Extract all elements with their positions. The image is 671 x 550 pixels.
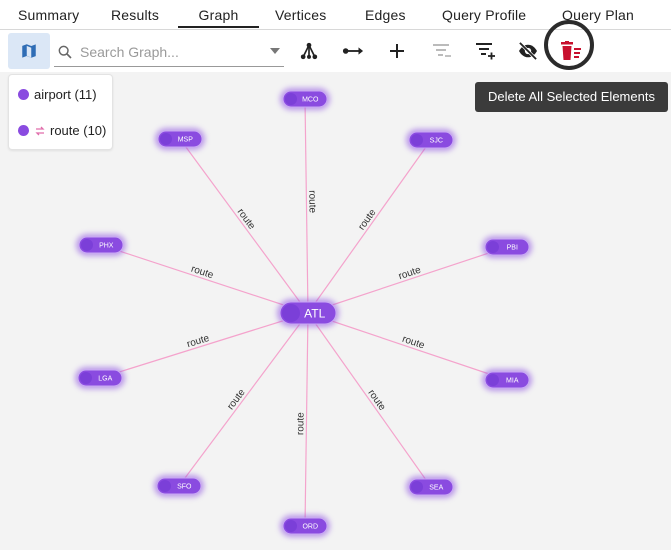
- graph-node[interactable]: ORD: [280, 515, 330, 537]
- node-handle: [487, 241, 499, 253]
- graph-node[interactable]: PHX: [76, 234, 126, 256]
- search-field[interactable]: [54, 38, 284, 67]
- graph-node[interactable]: SJC: [406, 129, 456, 151]
- filter-remove-icon: [433, 44, 451, 57]
- graph-layout-icon: [300, 42, 318, 60]
- graph-node[interactable]: SEA: [406, 476, 456, 498]
- node-handle: [285, 93, 297, 105]
- node-handle: [285, 520, 297, 532]
- map-button[interactable]: [8, 33, 50, 69]
- node-handle: [282, 304, 300, 322]
- node-handle: [411, 481, 423, 493]
- chevron-down-icon[interactable]: [270, 48, 280, 54]
- visibility-off-icon: [518, 42, 538, 60]
- graph-node[interactable]: MIA: [482, 369, 532, 391]
- node-label: MCO: [302, 97, 319, 104]
- graph-node[interactable]: MSP: [155, 128, 205, 150]
- add-button[interactable]: [384, 38, 410, 64]
- edge-arrow-icon: [342, 47, 364, 55]
- graph-layout-button[interactable]: [296, 38, 322, 64]
- tab-results[interactable]: Results: [111, 7, 159, 23]
- node-handle: [411, 134, 423, 146]
- node-label: MSP: [178, 137, 194, 144]
- graph-node[interactable]: MCO: [280, 88, 330, 110]
- node-handle: [159, 480, 171, 492]
- filter-add-button[interactable]: [472, 38, 498, 64]
- node-label: ORD: [302, 524, 318, 531]
- edge-button[interactable]: [340, 38, 366, 64]
- tab-graph[interactable]: Graph: [178, 7, 259, 28]
- highlight-ring: [544, 20, 594, 70]
- node-handle: [80, 372, 92, 384]
- node-label: SEA: [429, 485, 443, 492]
- tab-vertices[interactable]: Vertices: [275, 7, 326, 23]
- graph-node[interactable]: LGA: [75, 367, 125, 389]
- edge-label: route: [306, 190, 317, 213]
- filter-add-icon: [476, 43, 495, 60]
- graph-node[interactable]: SFO: [154, 475, 204, 497]
- node-label: PHX: [99, 243, 114, 250]
- tab-query-profile[interactable]: Query Profile: [442, 7, 526, 23]
- map-icon: [22, 44, 36, 58]
- hide-selected-button[interactable]: [515, 38, 541, 64]
- filter-remove-button[interactable]: [428, 38, 454, 64]
- graph-node-center[interactable]: ATL: [277, 299, 339, 327]
- node-handle: [160, 133, 172, 145]
- node-label: MIA: [506, 378, 519, 385]
- add-icon: [390, 44, 404, 58]
- tab-edges[interactable]: Edges: [365, 7, 406, 23]
- edge-label: route: [365, 388, 387, 413]
- node-label: SFO: [177, 484, 192, 491]
- node-label: LGA: [98, 376, 112, 383]
- node-handle: [487, 374, 499, 386]
- edge-label: route: [225, 387, 248, 412]
- graph-node[interactable]: PBI: [482, 236, 532, 258]
- node-label: SJC: [430, 138, 443, 145]
- edge-label: route: [235, 207, 258, 232]
- graph-canvas[interactable]: routeroute routeroute routeroute routeroute…: [0, 72, 671, 550]
- node-handle: [81, 239, 93, 251]
- search-icon: [58, 45, 72, 59]
- edge-label: route: [295, 412, 306, 435]
- node-label: ATL: [304, 306, 325, 320]
- edge-label: route: [356, 207, 378, 232]
- node-label: PBI: [507, 245, 518, 252]
- tab-summary[interactable]: Summary: [18, 7, 79, 23]
- search-input[interactable]: [78, 40, 262, 64]
